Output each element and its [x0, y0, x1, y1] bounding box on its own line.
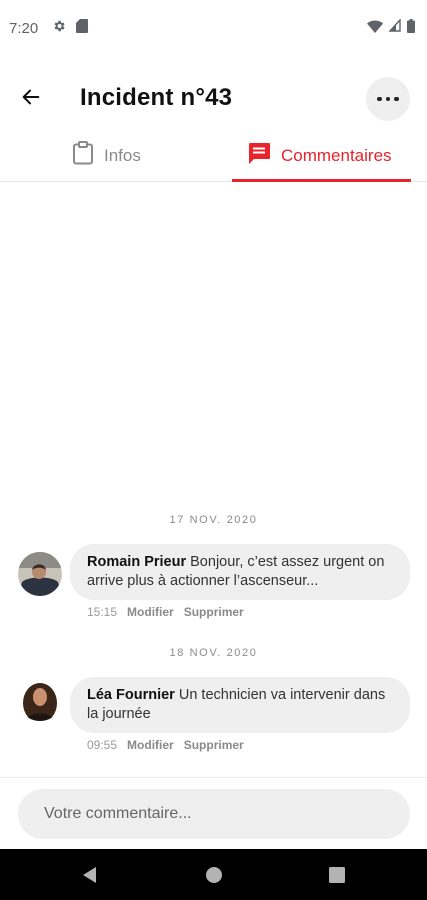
more-options-button[interactable] — [366, 77, 410, 121]
sd-card-icon — [76, 18, 89, 38]
comment-composer — [0, 777, 427, 849]
active-tab-indicator — [232, 179, 411, 182]
comment-time: 15:15 — [87, 605, 118, 619]
tab-comments-label: Commentaires — [281, 145, 392, 165]
battery-icon — [407, 18, 415, 38]
tab-bar: Infos Commentaires — [0, 130, 427, 182]
comment-input[interactable] — [18, 789, 410, 839]
nav-back-icon[interactable] — [77, 862, 103, 888]
comment-meta: 15:15 Modifier Supprimer — [87, 605, 244, 619]
wifi-icon — [367, 19, 383, 38]
status-bar: 7:20 — [0, 0, 427, 56]
comment-meta: 09:55 Modifier Supprimer — [87, 738, 244, 752]
comment-bubble: Romain Prieur Bonjour, c’est assez urgen… — [70, 544, 410, 600]
tab-infos-label: Infos — [104, 145, 141, 165]
nav-home-icon[interactable] — [201, 862, 227, 888]
delete-comment-button[interactable]: Supprimer — [184, 605, 244, 619]
edit-comment-button[interactable]: Modifier — [127, 605, 174, 619]
system-nav-bar — [0, 849, 427, 900]
comment-author: Romain Prieur — [87, 554, 187, 570]
date-separator: 17 NOV. 2020 — [169, 514, 258, 526]
nav-recents-icon[interactable] — [324, 862, 350, 888]
avatar[interactable] — [18, 552, 62, 596]
settings-icon — [52, 19, 66, 38]
cell-signal-icon — [388, 18, 401, 37]
clipboard-icon — [72, 141, 94, 170]
avatar[interactable] — [18, 677, 62, 721]
comment-author: Léa Fournier — [87, 687, 175, 703]
delete-comment-button[interactable]: Supprimer — [184, 738, 244, 752]
comment-time: 09:55 — [87, 738, 118, 752]
comment-bubble: Léa Fournier Un technicien va intervenir… — [70, 677, 410, 733]
more-horizontal-icon — [377, 96, 382, 102]
status-time: 7:20 — [9, 19, 39, 37]
back-button[interactable] — [14, 82, 48, 116]
page-title: Incident n°43 — [80, 84, 233, 111]
date-separator: 18 NOV. 2020 — [169, 647, 258, 659]
arrow-back-icon — [20, 86, 42, 113]
edit-comment-button[interactable]: Modifier — [127, 738, 174, 752]
tab-comments[interactable]: Commentaires — [247, 130, 392, 181]
app-header: Incident n°43 — [0, 72, 427, 126]
comment-icon — [247, 142, 271, 169]
tab-infos[interactable]: Infos — [72, 130, 141, 181]
